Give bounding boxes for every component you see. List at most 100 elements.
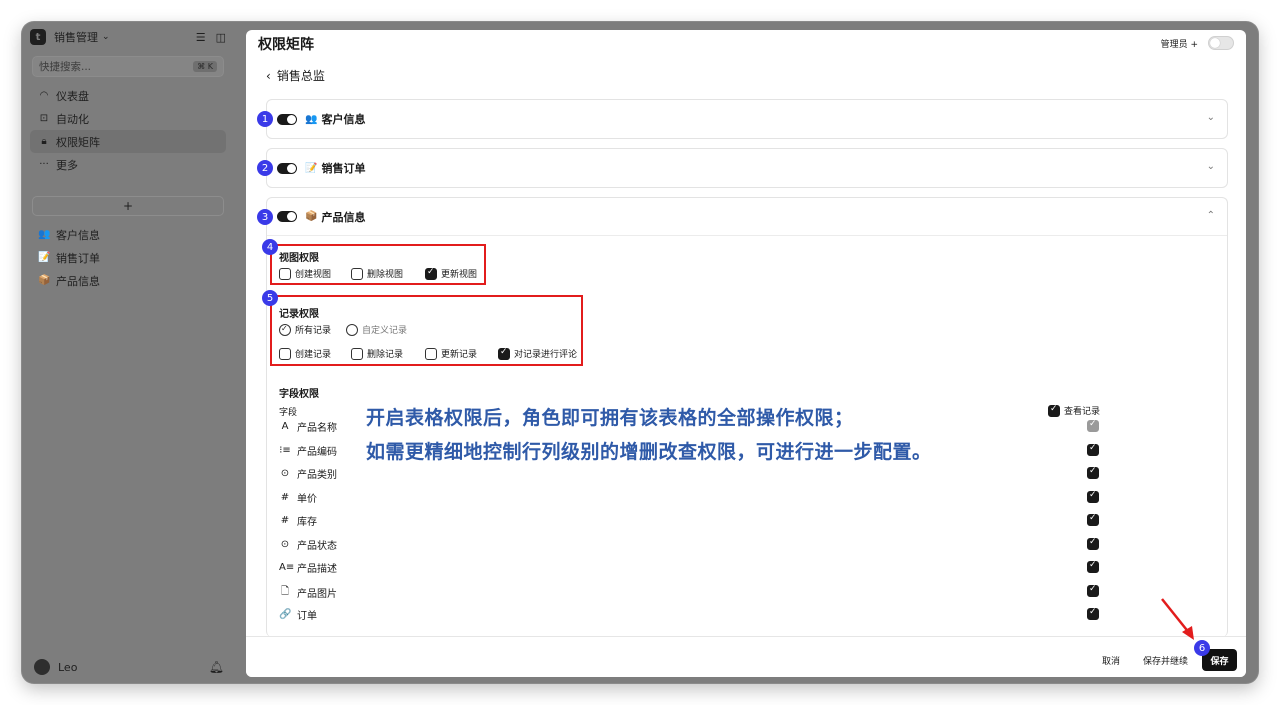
- field-row: A≡ 产品描述: [279, 560, 337, 575]
- sidebar-item-permissions[interactable]: 🔒︎ 权限矩阵: [30, 130, 226, 153]
- section-header[interactable]: 2 📝 销售订单: [257, 149, 1227, 187]
- field-view-checkbox[interactable]: [1087, 443, 1099, 456]
- annotation-arrow: [1161, 598, 1194, 640]
- field-name: 产品描述: [297, 564, 337, 575]
- memo-icon: 📝: [38, 252, 51, 263]
- people-icon: 👥: [38, 229, 51, 240]
- role-selector: 管理员 +: [1161, 36, 1234, 50]
- workspace-switcher[interactable]: t 销售管理 ⌄ ☰ ◫: [30, 26, 226, 48]
- sidebar-toggle-icon[interactable]: ◫: [216, 31, 226, 44]
- sidebar-item-label: 销售订单: [56, 251, 100, 265]
- all-records-option[interactable]: 所有记录: [279, 323, 331, 336]
- sidebar-item-automation[interactable]: ⊡ 自动化: [30, 107, 226, 130]
- view-records-select-all[interactable]: 查看记录: [1048, 404, 1100, 417]
- role-toggle[interactable]: [1208, 36, 1234, 50]
- field-view-checkbox[interactable]: [1087, 490, 1099, 503]
- sidebar-table-customers[interactable]: 👥 客户信息: [30, 223, 226, 246]
- sidebar-item-more[interactable]: ··· 更多: [30, 153, 226, 176]
- save-label: 保存: [1210, 656, 1229, 667]
- sidebar-item-label: 更多: [56, 158, 78, 172]
- custom-records-option[interactable]: 自定义记录: [346, 323, 407, 336]
- field-view-checkbox[interactable]: [1087, 607, 1099, 620]
- sidebar-table-products[interactable]: 📦 产品信息: [30, 269, 226, 292]
- user-footer: Leo 🔔︎: [34, 656, 224, 678]
- section-title: 产品信息: [321, 210, 366, 224]
- table-section-customers: 1 👥 客户信息 ⌄: [257, 99, 1228, 139]
- section-title: 销售订单: [321, 162, 366, 175]
- workspace-name: 销售管理: [54, 31, 98, 44]
- record-permission-title: 记录权限: [279, 309, 319, 320]
- field-name: 产品状态: [297, 540, 337, 552]
- field-type-icon: #: [280, 515, 290, 526]
- radio[interactable]: [279, 323, 291, 336]
- add-table-button[interactable]: +: [32, 196, 224, 216]
- sidebar-item-dashboard[interactable]: ◠ 仪表盘: [30, 84, 226, 107]
- chevron-down-icon[interactable]: ⌄: [1207, 161, 1215, 172]
- annotation-line-1: 开启表格权限后，角色即可拥有该表格的全部操作权限；: [366, 407, 854, 429]
- back-link[interactable]: ‹ 销售总监: [266, 67, 325, 84]
- chevron-down-icon[interactable]: ⌄: [1207, 112, 1215, 123]
- checkbox[interactable]: [279, 347, 291, 360]
- field-view-checkbox[interactable]: [1087, 560, 1099, 573]
- checkbox[interactable]: [425, 267, 437, 280]
- chevron-left-icon: ‹: [266, 68, 271, 83]
- checkbox[interactable]: [351, 267, 363, 280]
- radio[interactable]: [346, 323, 358, 336]
- role-label[interactable]: 管理员 +: [1161, 37, 1198, 50]
- field-name: 订单: [297, 611, 317, 622]
- gauge-icon: ◠: [39, 90, 49, 101]
- app-logo: t: [30, 29, 46, 45]
- checkbox[interactable]: [425, 347, 437, 360]
- field-view-checkbox[interactable]: [1087, 419, 1099, 432]
- more-icon: ···: [39, 159, 49, 170]
- update-view-option[interactable]: 更新视图: [425, 267, 477, 280]
- package-icon: 📦: [38, 275, 51, 286]
- create-view-option[interactable]: 创建视图: [279, 267, 331, 280]
- step-badge: 2: [257, 160, 273, 176]
- checkbox[interactable]: [498, 347, 510, 360]
- field-row: A 产品名称: [279, 419, 337, 434]
- table-permission-toggle[interactable]: [277, 113, 297, 125]
- sidebar-item-label: 仪表盘: [56, 89, 89, 103]
- table-permission-toggle[interactable]: [277, 162, 297, 174]
- section-header[interactable]: 1 👥 客户信息: [257, 100, 1227, 138]
- comment-record-option[interactable]: 对记录进行评论: [498, 347, 577, 360]
- menu-icon[interactable]: ☰: [196, 31, 206, 44]
- field-view-checkbox[interactable]: [1087, 537, 1099, 550]
- field-type-icon: 🗋: [280, 585, 290, 597]
- chevron-up-icon[interactable]: ⌃: [1207, 210, 1215, 221]
- avatar[interactable]: [34, 659, 50, 675]
- sidebar-nav: ◠ 仪表盘 ⊡ 自动化 🔒︎ 权限矩阵 ··· 更多: [30, 84, 226, 176]
- save-continue-button[interactable]: 保存并继续: [1143, 654, 1188, 667]
- checkbox[interactable]: [279, 267, 291, 280]
- memo-icon: 📝: [305, 162, 318, 174]
- field-view-checkbox[interactable]: [1087, 584, 1099, 597]
- delete-view-option[interactable]: 删除视图: [351, 267, 403, 280]
- field-type-icon: ⁝≡: [279, 444, 291, 456]
- bell-icon[interactable]: 🔔︎: [209, 660, 224, 674]
- field-row: # 库存: [279, 513, 317, 528]
- field-type-icon: A≡: [279, 562, 295, 573]
- robot-icon: ⊡: [39, 113, 49, 124]
- field-name: 产品名称: [297, 423, 337, 434]
- field-type-icon: ⊙: [280, 538, 290, 550]
- table-permission-toggle[interactable]: [277, 211, 297, 222]
- field-view-checkbox[interactable]: [1087, 513, 1099, 526]
- sidebar-table-orders[interactable]: 📝 销售订单: [30, 246, 226, 269]
- quick-search[interactable]: ⌘ K: [32, 56, 224, 77]
- section-header[interactable]: 3 📦 产品信息: [257, 198, 1227, 236]
- checkbox[interactable]: [351, 347, 363, 360]
- field-view-checkbox[interactable]: [1087, 466, 1099, 479]
- update-record-option[interactable]: 更新记录: [425, 347, 477, 360]
- app-window: t 销售管理 ⌄ ☰ ◫ ⌘ K ◠仪表盘 ⊡自动化 🔒︎权限矩阵 ···更多 …: [22, 22, 1258, 683]
- create-record-option[interactable]: 创建记录: [279, 347, 331, 360]
- field-name: 库存: [297, 517, 317, 528]
- delete-record-option[interactable]: 删除记录: [351, 347, 403, 360]
- field-row: ⊙ 产品状态: [279, 537, 337, 552]
- checkbox[interactable]: [1048, 404, 1060, 417]
- field-type-icon: ⊙: [280, 468, 290, 479]
- field-row: # 单价: [279, 490, 317, 505]
- view-permission-title: 视图权限: [279, 253, 319, 264]
- search-input[interactable]: [39, 60, 194, 73]
- cancel-button[interactable]: 取消: [1102, 654, 1120, 667]
